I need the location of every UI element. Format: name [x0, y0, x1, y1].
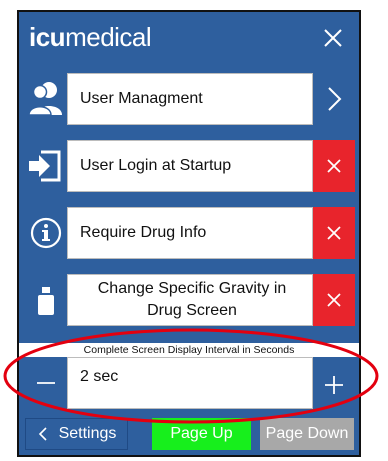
close-icon[interactable] [313, 207, 355, 259]
interval-value: 2 sec [67, 357, 313, 409]
row-change-specific-gravity[interactable]: Change Specific Gravity in Drug Screen [25, 274, 355, 326]
minus-icon[interactable] [25, 357, 67, 409]
chevron-left-icon [38, 427, 47, 441]
row-label-line1: Change Specific Gravity in [97, 280, 287, 297]
row-label: Change Specific Gravity in Drug Screen [67, 274, 313, 326]
users-icon [25, 73, 67, 125]
footer-nav: Settings Page Up Page Down [19, 412, 359, 455]
close-icon[interactable] [317, 22, 349, 54]
close-icon[interactable] [313, 140, 355, 192]
vial-icon [25, 274, 67, 326]
row-user-login-startup[interactable]: User Login at Startup [25, 140, 355, 192]
row-require-drug-info[interactable]: Require Drug Info [25, 207, 355, 259]
icu-medical-logo: icumedical [29, 22, 152, 52]
row-label: Require Drug Info [67, 207, 313, 259]
row-label: User Login at Startup [67, 140, 313, 192]
close-icon[interactable] [313, 274, 355, 326]
row-label-line2: Drug Screen [147, 302, 237, 319]
page-up-button[interactable]: Page Up [152, 418, 251, 450]
settings-back-button[interactable]: Settings [25, 418, 128, 450]
row-user-management[interactable]: User Managment [25, 73, 355, 125]
interval-stepper: 2 sec [25, 357, 355, 409]
plus-icon[interactable] [313, 357, 355, 409]
header: icumedical [19, 12, 359, 68]
chevron-right-icon[interactable] [313, 73, 355, 125]
row-label: User Managment [67, 73, 313, 125]
interval-caption: Complete Screen Display Interval in Seco… [19, 343, 359, 357]
settings-label: Settings [58, 425, 117, 442]
page-down-button[interactable]: Page Down [260, 418, 354, 450]
info-icon [25, 207, 67, 259]
app-window: icumedical User Managment User Login at … [17, 10, 361, 457]
login-icon [25, 140, 67, 192]
